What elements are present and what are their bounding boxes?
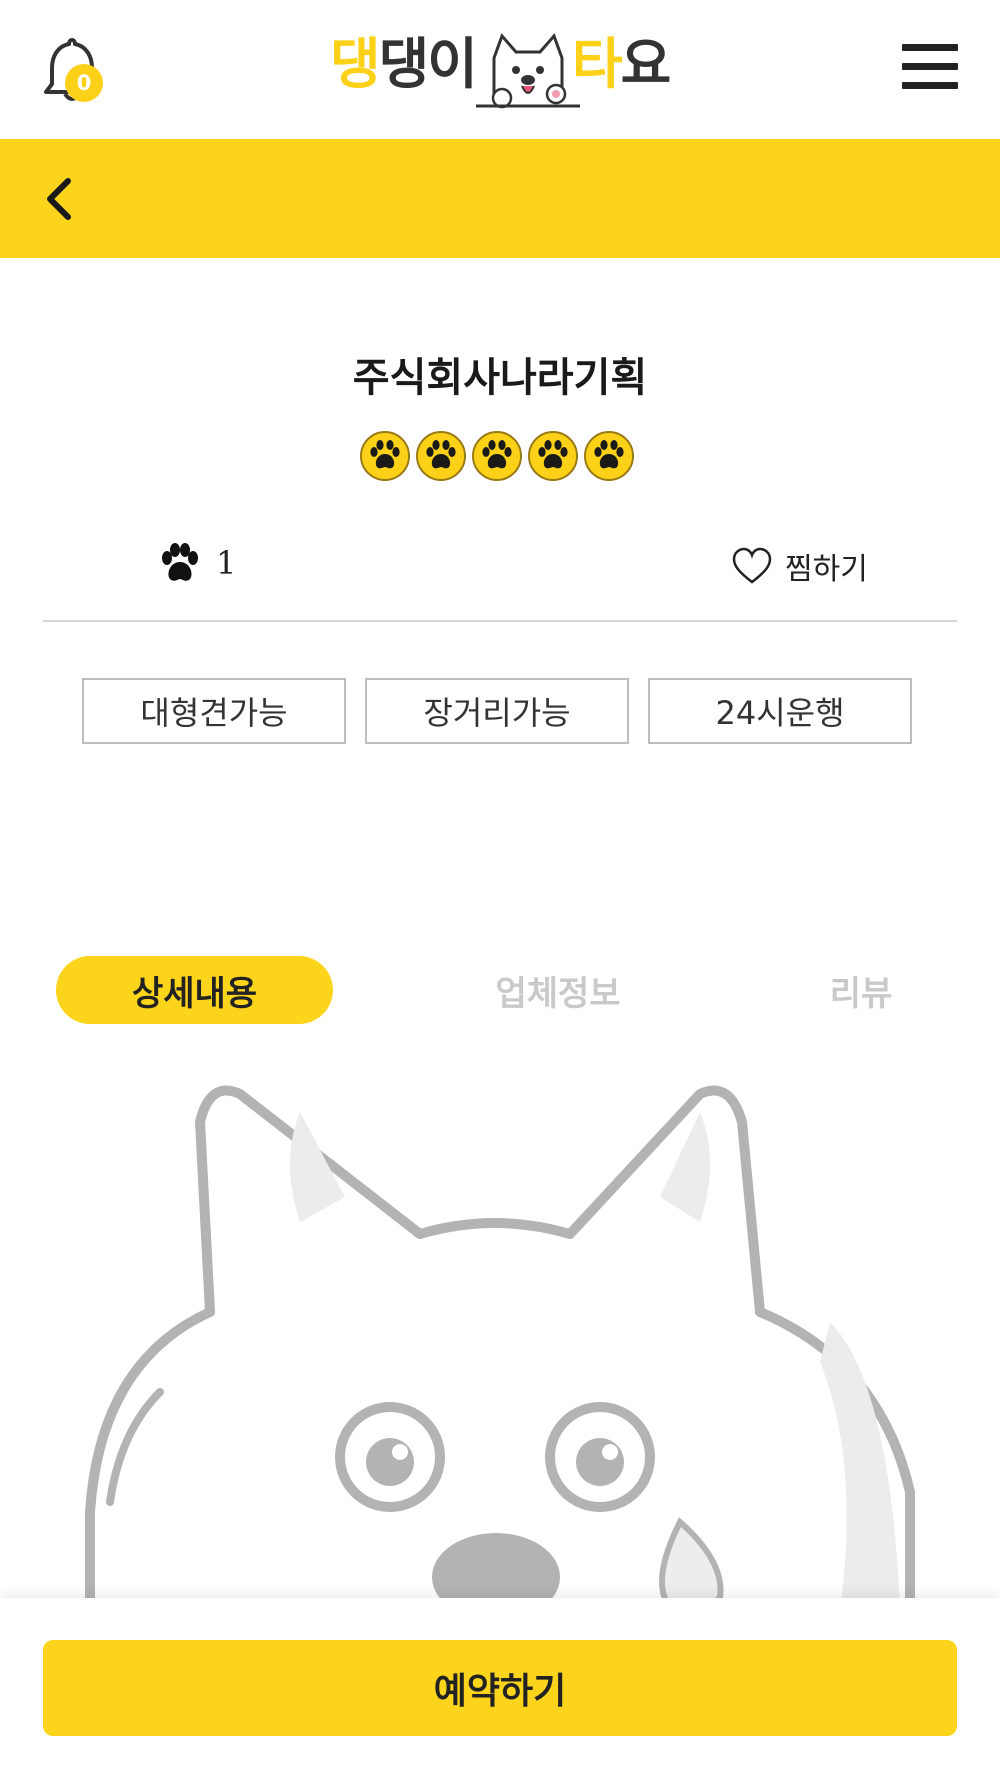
bottom-action-bar: 예약하기	[0, 1598, 1000, 1778]
logo-text-1: 댕	[330, 32, 381, 96]
tab-details[interactable]: 상세내용	[56, 956, 333, 1024]
logo-text-3: 타	[572, 32, 623, 96]
back-arrow-icon	[47, 178, 71, 220]
logo-text-4: 요	[620, 32, 672, 96]
paw-count: 1	[158, 542, 236, 584]
rating-paw-icon	[360, 431, 410, 481]
rating-paw-icon	[584, 431, 634, 481]
feature-chip: 24시운행	[648, 678, 912, 744]
app-logo[interactable]: 댕댕이 타요	[330, 28, 672, 110]
paw-icon	[162, 543, 198, 581]
stats-row: 1 찜하기	[43, 530, 957, 622]
heart-icon	[732, 547, 772, 584]
tab-bar: 상세내용 업체정보 리뷰	[56, 956, 946, 1024]
rating-paw-icon	[528, 431, 578, 481]
feature-chips: 대형견가능 장거리가능 24시운행	[82, 678, 912, 744]
notification-badge: 0	[65, 64, 103, 102]
reserve-button[interactable]: 예약하기	[43, 1640, 957, 1736]
like-label: 찜하기	[785, 552, 868, 587]
rating-paw-icon	[472, 431, 522, 481]
app-header: 0 댕댕이 타요	[0, 0, 1000, 139]
company-name: 주식회사나라기획	[352, 355, 648, 401]
feature-chip: 대형견가능	[82, 678, 346, 744]
tab-company-info[interactable]: 업체정보	[408, 956, 708, 1024]
logo-text-2: 댕이	[378, 32, 478, 96]
paw-rating	[359, 430, 635, 484]
tab-reviews[interactable]: 리뷰	[736, 956, 986, 1024]
dog-illustration	[85, 1085, 915, 1610]
paw-count-value: 1	[216, 544, 237, 582]
back-button[interactable]	[40, 173, 80, 225]
like-button[interactable]: 찜하기	[731, 544, 868, 588]
menu-icon[interactable]	[902, 44, 958, 90]
nav-bar	[0, 139, 1000, 258]
feature-chip: 장거리가능	[365, 678, 629, 744]
rating-paw-icon	[416, 431, 466, 481]
logo-dog-icon	[476, 33, 580, 109]
